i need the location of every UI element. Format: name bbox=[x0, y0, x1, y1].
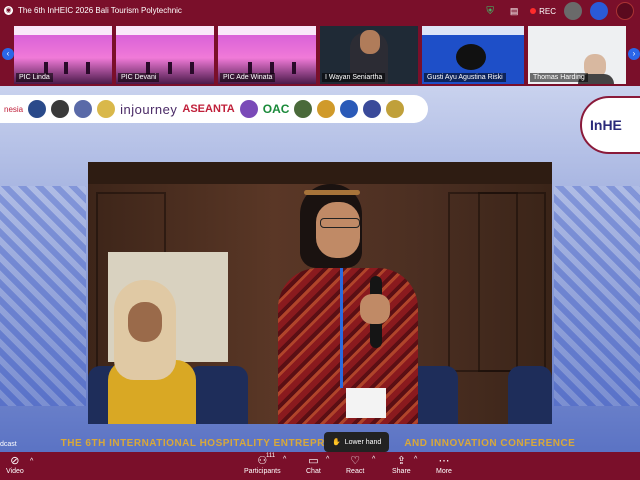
inheic-badge-text: InHE bbox=[590, 117, 622, 133]
sponsor-logo bbox=[294, 100, 313, 118]
participant-name: PIC Ade Winata bbox=[220, 73, 276, 82]
react-caret-icon[interactable]: ^ bbox=[372, 456, 375, 463]
meeting-toolbar: ⊘ Video ^ ⚇ Participants 111 ^ ▭ Chat ^ … bbox=[0, 452, 640, 480]
strip-prev-icon[interactable]: ‹ bbox=[2, 48, 14, 60]
participant-tile[interactable]: Gusti Ayu Agustina Riski bbox=[422, 26, 524, 84]
share-label: Share bbox=[392, 468, 411, 475]
participant-tile[interactable]: PIC Ade Winata bbox=[218, 26, 316, 84]
ai-companion-icon[interactable] bbox=[590, 2, 608, 20]
more-label: More bbox=[436, 468, 452, 475]
sponsor-logo bbox=[340, 100, 359, 118]
sponsor-logo bbox=[74, 100, 93, 118]
video-options-caret-icon[interactable]: ^ bbox=[30, 458, 33, 465]
sponsor-logo bbox=[386, 100, 405, 118]
share-caret-icon[interactable]: ^ bbox=[414, 456, 417, 463]
speaker-video bbox=[88, 162, 552, 424]
participant-tile[interactable]: Thomas Harding bbox=[528, 26, 626, 84]
participant-tile[interactable]: PIC Linda bbox=[14, 26, 112, 84]
chat-label: Chat bbox=[306, 468, 321, 475]
participant-name: PIC Devani bbox=[118, 73, 160, 82]
sponsor-logo bbox=[28, 100, 47, 118]
participants-caret-icon[interactable]: ^ bbox=[283, 456, 286, 463]
layout-icon[interactable]: ▤ bbox=[506, 3, 522, 19]
injourney-logo: injourney bbox=[120, 101, 178, 117]
oac-logo: OAC bbox=[262, 102, 290, 116]
rec-label: REC bbox=[539, 6, 556, 16]
participants-label: Participants bbox=[244, 468, 281, 475]
speaking-attendee bbox=[278, 184, 428, 424]
podcast-label: dcast bbox=[0, 441, 17, 448]
window-title: The 6th InHEIC 2026 Bali Tourism Polytec… bbox=[18, 5, 182, 15]
lower-hand-label: Lower hand bbox=[344, 438, 382, 446]
more-icon: ⋯ bbox=[438, 455, 450, 467]
aseanta-logo: ASEANTA bbox=[182, 103, 235, 115]
participant-tile[interactable]: I Wayan Seniartha bbox=[320, 26, 418, 84]
share-button[interactable]: ⇪ Share bbox=[392, 455, 411, 475]
participant-tile[interactable]: PIC Devani bbox=[116, 26, 214, 84]
share-icon: ⇪ bbox=[396, 455, 406, 467]
seated-attendee bbox=[108, 280, 198, 424]
react-label: React bbox=[346, 468, 365, 475]
record-dot-icon bbox=[530, 8, 537, 14]
conference-title: THE 6TH INTERNATIONAL HOSPITALITY ENTREP… bbox=[60, 438, 576, 449]
sponsor-logo bbox=[363, 100, 382, 118]
sponsor-logo-bar: nesia injourney ASEANTA OAC bbox=[0, 95, 428, 123]
participant-name: I Wayan Seniartha bbox=[322, 73, 386, 82]
participant-strip: ‹ PIC Linda PIC Devani PIC Ade Winata I … bbox=[0, 20, 640, 86]
shield-icon[interactable]: ⛨ bbox=[482, 3, 498, 19]
video-off-icon: ⊘ bbox=[10, 455, 20, 467]
heart-icon: ♡ bbox=[350, 455, 361, 467]
more-button[interactable]: ⋯ More bbox=[436, 455, 452, 475]
react-button[interactable]: ♡ React bbox=[346, 455, 364, 475]
sponsor-logo bbox=[239, 100, 258, 118]
batik-ornament-left bbox=[0, 186, 86, 406]
sponsor-logo bbox=[97, 100, 116, 118]
video-label: Video bbox=[6, 468, 24, 475]
left-edge-text: nesia bbox=[4, 104, 24, 114]
participant-name: Gusti Ayu Agustina Riski bbox=[424, 73, 506, 82]
sponsor-logo bbox=[51, 100, 70, 118]
participant-name: PIC Linda bbox=[16, 73, 53, 82]
sponsor-logo bbox=[317, 100, 336, 118]
app-icon: ◉ bbox=[4, 5, 13, 15]
recording-indicator[interactable]: REC bbox=[530, 7, 556, 16]
video-button[interactable]: ⊘ Video bbox=[6, 455, 24, 475]
participant-name: Thomas Harding bbox=[530, 73, 588, 82]
strip-next-icon[interactable]: › bbox=[628, 48, 640, 60]
title-bar: ◉ The 6th InHEIC 2026 Bali Tourism Polyt… bbox=[0, 0, 640, 20]
inheic-badge: InHE bbox=[580, 96, 640, 154]
chat-button[interactable]: ▭ Chat bbox=[306, 455, 321, 475]
apps-icon[interactable] bbox=[616, 2, 634, 20]
raised-hand-icon: ✋ bbox=[332, 439, 341, 446]
title-bar-controls: ⛨ ▤ REC bbox=[482, 2, 634, 20]
lower-hand-button[interactable]: ✋ Lower hand bbox=[324, 432, 390, 452]
chat-caret-icon[interactable]: ^ bbox=[326, 456, 329, 463]
shared-stage: nesia injourney ASEANTA OAC InHE THE 6TH… bbox=[0, 86, 640, 452]
annotate-icon[interactable] bbox=[564, 2, 582, 20]
chat-icon: ▭ bbox=[308, 455, 319, 467]
batik-ornament-right bbox=[554, 186, 640, 406]
participants-count: 111 bbox=[266, 453, 276, 459]
